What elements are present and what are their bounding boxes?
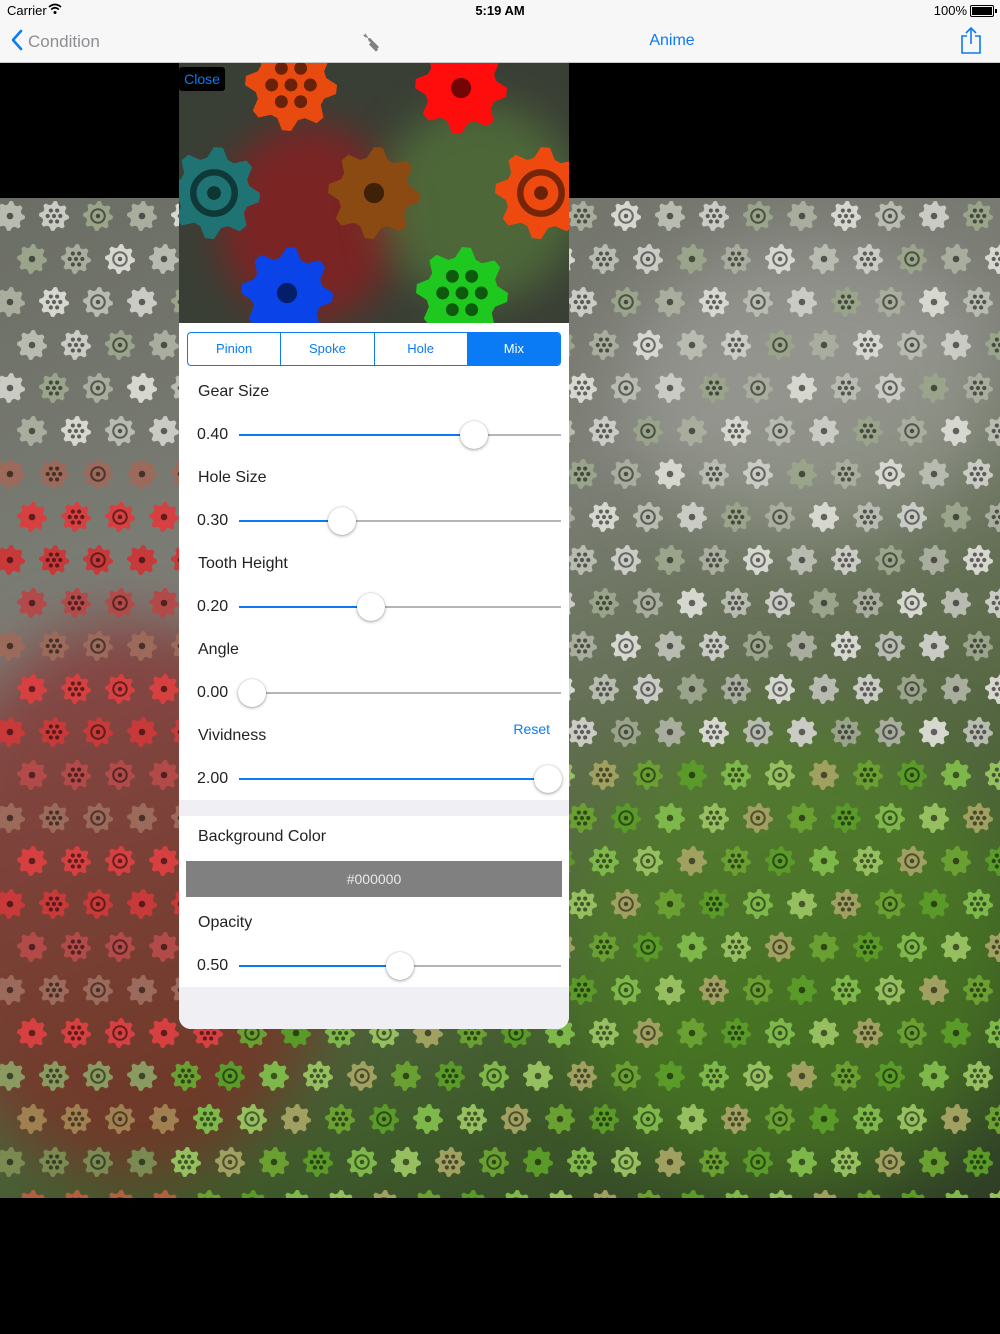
background-color-label: Background Color	[198, 828, 327, 845]
slider-thumb[interactable]	[386, 952, 414, 980]
anime-button[interactable]: Anime	[620, 32, 724, 50]
segment-spoke[interactable]: Spoke	[281, 333, 375, 365]
gear-size-slider[interactable]	[239, 420, 561, 450]
gear-type-segmented-control: Pinion Spoke Hole Mix	[187, 332, 561, 366]
tooth-height-label: Tooth Height	[198, 555, 288, 572]
section-separator	[179, 800, 569, 816]
hole-size-label: Hole Size	[198, 469, 267, 486]
angle-slider[interactable]	[237, 678, 561, 708]
popover-footer	[179, 987, 569, 1029]
opacity-label: Opacity	[198, 914, 253, 931]
tooth-height-slider[interactable]	[239, 592, 561, 622]
settings-popover: Close Pinion Spoke Hole Mix Gear Size 0.…	[179, 63, 569, 1029]
segment-mix[interactable]: Mix	[467, 333, 560, 365]
preview-gears	[179, 63, 569, 323]
tooth-height-value: 0.20	[197, 598, 229, 615]
reset-button[interactable]: Reset	[513, 721, 550, 737]
vividness-slider[interactable]	[239, 764, 563, 794]
battery-percentage: 100%	[933, 3, 967, 18]
share-icon[interactable]	[960, 26, 982, 60]
slider-thumb[interactable]	[237, 679, 266, 707]
close-button[interactable]: Close	[179, 67, 225, 91]
vividness-label: Vividness	[198, 727, 267, 744]
vividness-value: 2.00	[197, 770, 229, 787]
background-color-button[interactable]: #000000	[186, 861, 562, 897]
segment-hole[interactable]: Hole	[375, 333, 468, 365]
slider-thumb[interactable]	[357, 593, 386, 621]
chevron-left-icon	[10, 29, 24, 56]
opacity-slider[interactable]	[239, 951, 561, 981]
angle-label: Angle	[198, 641, 239, 658]
navigation-bar: Condition Anime	[0, 22, 1000, 63]
hole-size-value: 0.30	[197, 512, 229, 529]
opacity-value: 0.50	[197, 957, 229, 974]
gear-size-value: 0.40	[197, 426, 229, 443]
hole-size-slider[interactable]	[239, 506, 561, 536]
wrench-icon[interactable]	[360, 30, 384, 59]
back-button[interactable]: Condition	[10, 28, 100, 56]
slider-thumb[interactable]	[534, 765, 563, 793]
back-button-label: Condition	[28, 32, 100, 51]
segment-pinion[interactable]: Pinion	[188, 333, 282, 365]
slider-thumb[interactable]	[460, 421, 489, 449]
angle-value: 0.00	[197, 684, 229, 701]
slider-thumb[interactable]	[328, 507, 357, 535]
status-time: 5:19 AM	[475, 3, 525, 18]
gear-preview-image	[179, 63, 569, 323]
status-bar: Carrier 5:19 AM 100%	[0, 0, 1000, 22]
battery-icon	[970, 5, 997, 17]
gear-size-label: Gear Size	[198, 383, 270, 400]
